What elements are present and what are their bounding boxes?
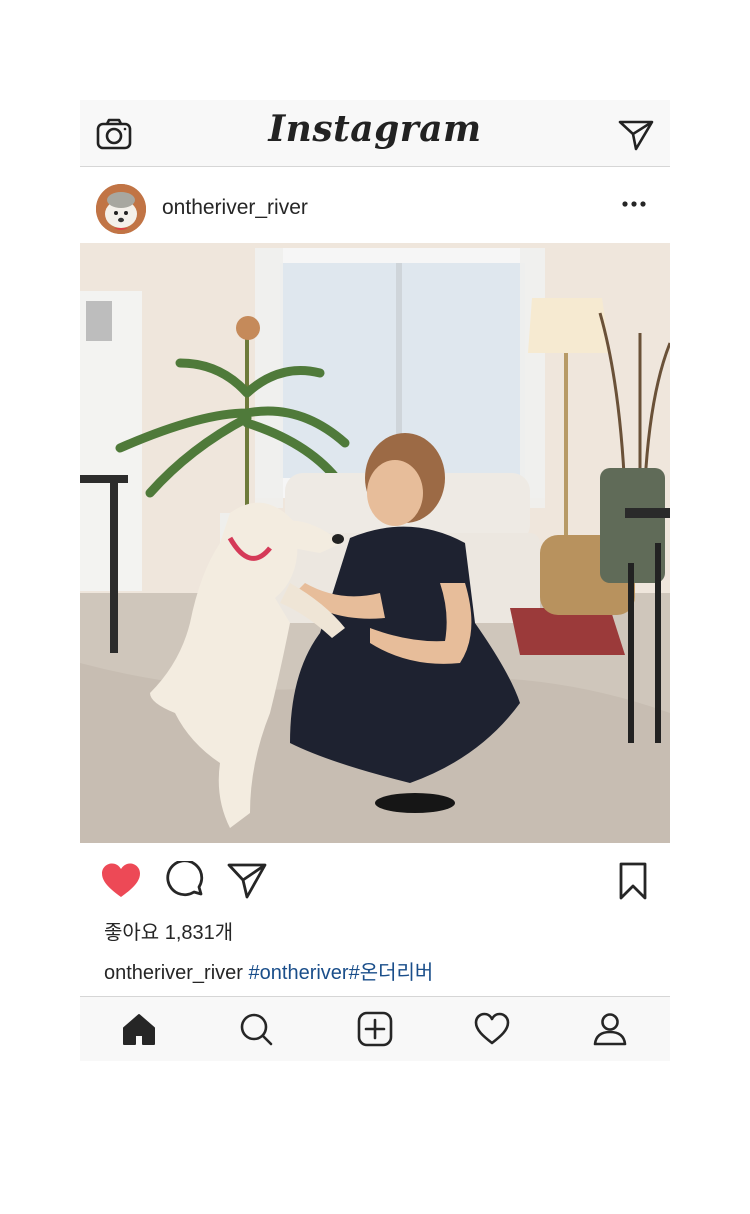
instagram-logo: Instagram [268,108,482,150]
avatar-image [96,184,146,234]
likes-count[interactable]: 좋아요 1,831개 [104,916,233,945]
send-icon[interactable] [618,119,654,151]
post-caption: ontheriver_river #ontheriver#온더리버 [104,956,433,985]
comment-icon[interactable] [164,861,206,901]
search-icon[interactable] [238,1011,274,1047]
top-app-bar: Instagram [80,100,670,167]
activity-heart-icon[interactable] [474,1011,510,1047]
more-options-icon[interactable] [622,199,646,209]
avatar[interactable] [96,184,146,234]
bookmark-icon[interactable] [612,861,654,901]
post-header: ontheriver_river [80,167,670,243]
post-photo-illustration [80,243,670,843]
instagram-post-card: Instagram ontheriver_river 좋아요 1,831개 on… [80,100,670,1061]
add-post-icon[interactable] [357,1011,393,1047]
post-actions [80,843,670,919]
profile-icon[interactable] [592,1011,628,1047]
home-icon[interactable] [121,1011,157,1047]
caption-hashtags[interactable]: #ontheriver#온더리버 [249,962,434,984]
post-photo[interactable] [80,243,670,843]
post-username[interactable]: ontheriver_river [162,196,308,220]
bottom-navigation [80,996,670,1061]
caption-username[interactable]: ontheriver_river [104,962,243,984]
share-icon[interactable] [226,861,268,901]
heart-icon[interactable] [100,861,142,901]
